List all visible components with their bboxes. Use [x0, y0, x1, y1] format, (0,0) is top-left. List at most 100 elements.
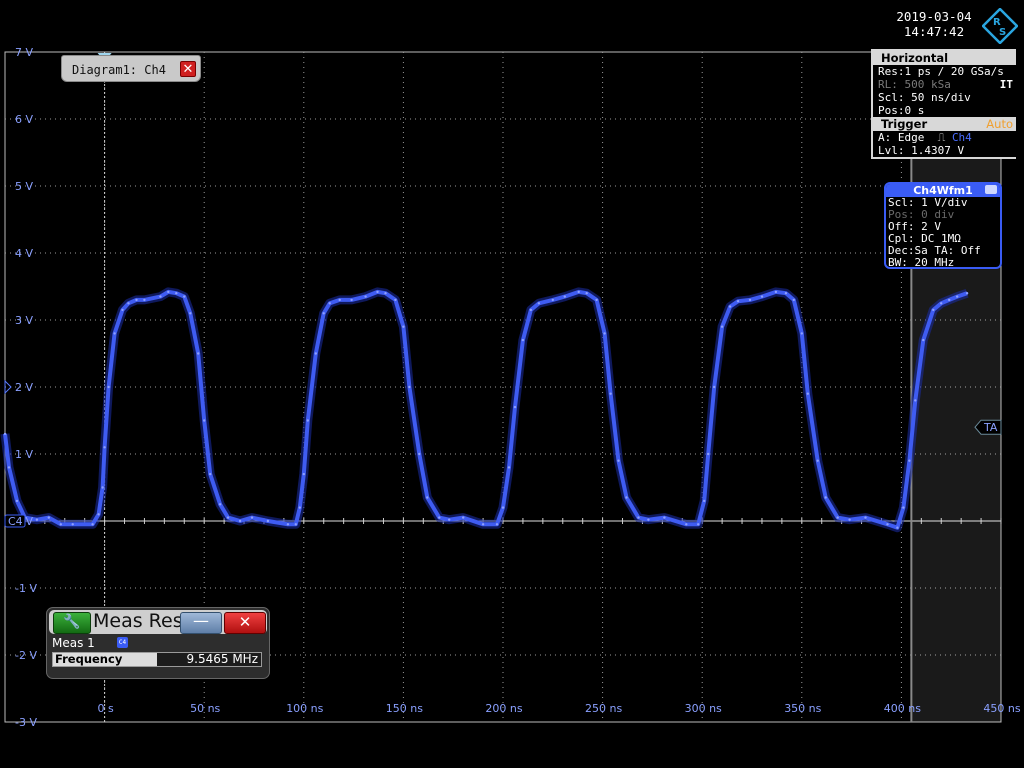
waveform-point	[328, 302, 331, 305]
waveform-point	[748, 298, 752, 302]
waveform-point	[209, 472, 212, 476]
record-length-row: RL: 500 kSa IT	[873, 78, 1016, 91]
waveform-point	[647, 518, 650, 521]
waveform-point	[617, 459, 620, 462]
waveform-point	[418, 452, 421, 456]
y-tick-label: -1 V	[15, 582, 37, 595]
trigger-mode: Auto	[986, 117, 1013, 131]
waveform-point	[15, 499, 19, 503]
waveform-point	[103, 446, 106, 449]
waveform-point	[101, 486, 104, 489]
waveform-point	[513, 405, 517, 409]
waveform-point	[448, 518, 451, 521]
y-tick-label: 5 V	[15, 180, 33, 193]
trigger-arrow-label: TA	[983, 421, 998, 434]
waveform-point	[637, 516, 640, 519]
waveform-point	[886, 523, 889, 526]
y-axis-labels: 7 V6 V5 V4 V3 V2 V1 V0 V-1 V-2 V-3 V	[15, 46, 37, 729]
waveform-point	[720, 325, 724, 328]
meas-close-button[interactable]: ✕	[224, 612, 266, 634]
x-tick-label: 150 ns	[386, 702, 423, 715]
waveform-point	[521, 338, 525, 342]
waveform-point	[529, 308, 533, 312]
waveform-point	[940, 302, 943, 305]
bandwidth-text: BW: 20 MHz	[888, 256, 955, 269]
waveform-point	[864, 516, 867, 519]
waveform-point	[609, 392, 612, 395]
channel-panel-title-row: Ch4Wfm1	[886, 184, 1000, 197]
y-tick-label: 7 V	[15, 46, 33, 59]
waveform-point	[183, 295, 186, 298]
waveform-point	[824, 496, 827, 499]
waveform-point	[91, 523, 94, 526]
waveform-point	[306, 419, 309, 422]
waveform-point	[402, 325, 405, 328]
waveform-point	[338, 298, 341, 302]
waveform-point	[948, 298, 951, 302]
time-position-text: Pos:0 s	[878, 104, 925, 117]
waveform-point	[685, 523, 688, 526]
waveform-point	[914, 399, 917, 402]
waveform-point	[47, 516, 50, 519]
x-tick-label: 300 ns	[685, 702, 722, 715]
waveform-point	[218, 503, 222, 506]
trigger-type-text: A: Edge	[878, 131, 925, 144]
time-scale-text: Scl: 50 ns/div	[878, 91, 971, 104]
y-tick-label: 4 V	[15, 247, 33, 260]
ch4-waveform	[0, 287, 969, 533]
waveform-point	[298, 506, 301, 509]
waveform-point	[159, 295, 162, 298]
waveform-point	[59, 523, 62, 526]
y-tick-label: 3 V	[15, 314, 33, 327]
meas-title: Meas Res	[93, 610, 183, 632]
date-text: 2019-03-04	[896, 9, 972, 24]
waveform-point	[736, 300, 740, 303]
minimize-icon[interactable]	[985, 185, 997, 194]
datetime-display: 2019-03-04 14:47:42	[884, 9, 984, 39]
trigger-title-row: Trigger Auto	[873, 117, 1016, 131]
waveform-point	[364, 295, 367, 298]
waveform-point	[286, 523, 290, 526]
waveform-point	[707, 452, 710, 456]
x-axis-labels: 0 s 50 ns 100 ns 150 ns 200 ns 250 ns 300 ns 35…	[97, 702, 1020, 715]
interpolation-badge: IT	[999, 78, 1013, 91]
waveform-point	[175, 292, 178, 295]
waveform-point	[806, 392, 809, 395]
x-tick-label: 0 s	[97, 702, 113, 715]
y-tick-label: 2 V	[15, 381, 33, 394]
waveform-point	[167, 290, 170, 294]
waveform-point	[302, 472, 305, 476]
waveform-point	[314, 352, 317, 355]
waveform-point	[848, 518, 851, 521]
x-tick-label: 100 ns	[286, 702, 323, 715]
svg-text:S: S	[999, 27, 1006, 38]
waveform-point	[97, 513, 100, 516]
rohde-schwarz-logo-icon[interactable]: R S	[982, 8, 1018, 44]
horizontal-trigger-panel[interactable]: Horizontal Res:1 ps / 20 GSa/s RL: 500 k…	[871, 49, 1016, 159]
waveform-point	[376, 290, 379, 294]
waveform-point	[537, 302, 541, 305]
y-tick-label: 1 V	[15, 448, 33, 461]
y-tick-label: -3 V	[15, 716, 37, 729]
wrench-icon[interactable]: 🔧	[53, 612, 91, 634]
waveform-point	[250, 516, 254, 519]
rising-edge-icon: ⎍	[930, 131, 946, 144]
waveform-point	[294, 523, 297, 526]
waveform-point	[792, 298, 795, 302]
measurement-results-window[interactable]: 🔧 Meas Res — ✕ Meas 1 C4 Frequency 9.546…	[46, 607, 270, 679]
waveform-point	[585, 292, 588, 295]
waveform-point	[384, 292, 387, 295]
diagram-markers: C4 TA	[4, 53, 1002, 528]
channel-info-panel[interactable]: Ch4Wfm1 Scl: 1 V/div Pos: 0 div Off: 2 V…	[884, 182, 1002, 269]
meas-name: Meas 1	[52, 636, 95, 650]
waveform-point	[625, 496, 628, 499]
waveform-point	[922, 338, 925, 342]
meas-minimize-button[interactable]: —	[180, 612, 222, 634]
diagram-close-button[interactable]: ✕	[180, 61, 196, 77]
waveform-point	[603, 332, 606, 335]
waveform-point	[956, 295, 959, 298]
waveform-point	[7, 466, 11, 469]
y-tick-label: 6 V	[15, 113, 33, 126]
waveform-point	[836, 516, 839, 519]
diagram-tab[interactable]: Diagram1: Ch4 ✕	[61, 55, 201, 82]
